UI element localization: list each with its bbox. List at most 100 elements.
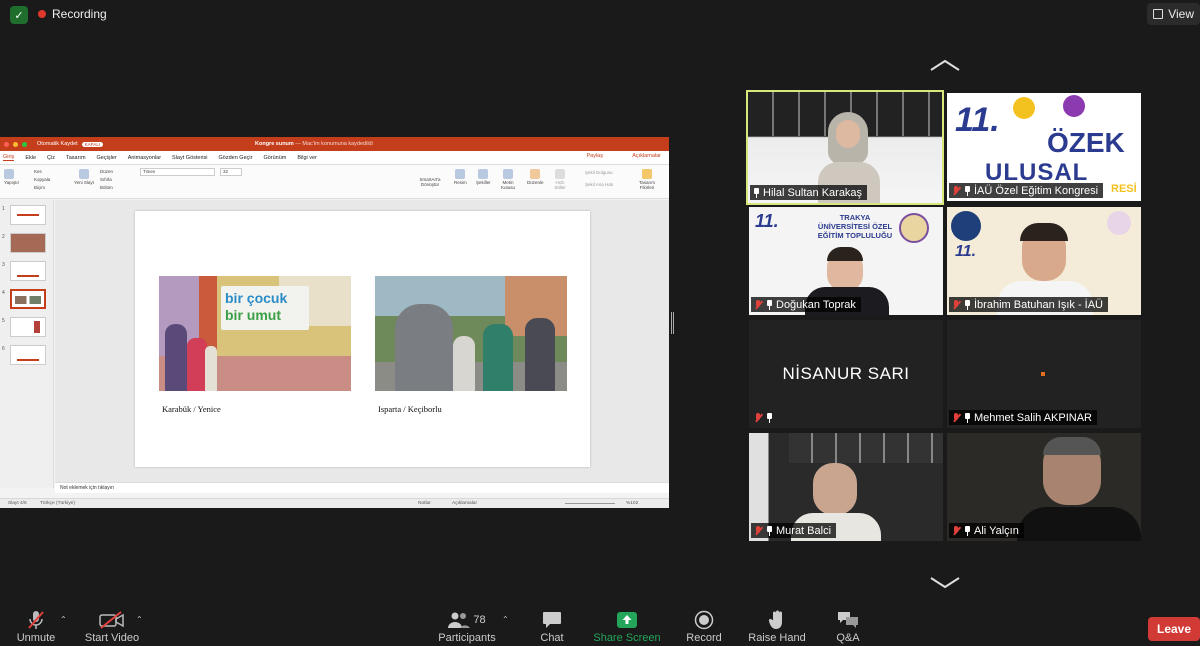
tab-slideshow[interactable]: Slayt Gösterisi [172,155,207,161]
tab-design[interactable]: Tasarım [66,155,86,161]
tab-insert[interactable]: Ekle [25,155,36,161]
mic-muted-icon [754,299,763,310]
participants-button[interactable]: 78 Participants [436,610,498,644]
tab-view[interactable]: Görünüm [263,155,286,161]
participant-tile-ali[interactable]: Ali Yalçın [947,433,1141,541]
share-screen-button[interactable]: Share Screen [592,610,662,644]
photo-karabuk: bir çocuk bir umut [159,276,351,391]
pin-icon[interactable] [766,412,773,423]
participant-tile-nisanur[interactable]: NİSANUR SARI [749,320,943,428]
tab-draw[interactable]: Çiz [47,155,55,161]
tab-review[interactable]: Gözden Geçir [219,155,253,161]
participant-tile-dogukan[interactable]: 11. TRAKYA ÜNİVERSİTESİ ÖZEL EĞİTİM TOPL… [749,207,943,315]
chat-button[interactable]: Chat [532,610,572,644]
pin-icon[interactable] [964,412,971,423]
shared-screen[interactable]: Otomatik Kaydet KAPALI Kongre sunum — Ma… [0,137,669,508]
close-window-icon[interactable] [4,141,9,147]
section-button[interactable]: Bölüm [100,184,113,192]
participant-tile-hilal[interactable]: Hilal Sultan Karakaş [746,90,944,205]
participant-name: Mehmet Salih AKPINAR [974,411,1092,424]
current-slide[interactable]: bir çocuk bir umut Karabük / Yenice Ispa… [135,211,590,467]
raise-hand-button[interactable]: Raise Hand [746,610,808,644]
reset-button[interactable]: Sıfırla [100,176,113,184]
smartart-button[interactable]: SmartArt'a Dönüştür [414,177,446,187]
unmute-button[interactable]: Unmute [14,610,58,644]
leave-button[interactable]: Leave [1148,617,1200,641]
audio-options-caret-icon[interactable]: ⌃ [60,615,67,624]
qa-label: Q&A [836,632,860,644]
ppt-share-button[interactable]: Paylaş [586,153,603,159]
slide-thumbnail-1[interactable] [10,205,46,225]
chevron-up-icon[interactable] [929,58,961,72]
slide-thumbnails: 1 2 3 4 5 6 [0,200,54,488]
zoom-level[interactable]: %102 [626,501,638,506]
participant-tile-ibrahim[interactable]: 11. İbrahim Batuhan Işık - İAÜ [947,207,1141,315]
textbox-button[interactable]: Metin Kutusu [500,169,516,190]
slide-thumbnail-5[interactable] [10,317,46,337]
ppt-comments-button[interactable]: Açıklamalar [632,153,661,159]
designer-button[interactable]: Tasarım Fikirleri [636,169,658,190]
language-status[interactable]: Türkçe (Türkiye) [40,501,75,506]
new-slide-button[interactable]: Yeni Slayt [74,169,94,185]
minimize-window-icon[interactable] [13,141,18,147]
participant-tile-iau[interactable]: 11. ÖZEK ULUSAL RESİ İAÜ Özel Eğitim Kon… [947,93,1141,201]
participant-display-name: NİSANUR SARI [782,364,910,383]
video-options-caret-icon[interactable]: ⌃ [136,615,143,624]
clipboard-group: Kes Kopyala Biçim [34,168,50,192]
participants-options-caret-icon[interactable]: ⌃ [502,615,509,624]
font-size-select[interactable]: 32 [220,168,242,176]
participant-name-tag: Doğukan Toprak [751,297,861,312]
layout-button[interactable]: Düzen [100,168,113,176]
slide-thumbnail-3[interactable] [10,261,46,281]
shape-outline-button[interactable]: Şekil Ana Hatı [585,182,613,187]
mic-muted-icon [952,412,961,423]
notes-pane[interactable]: Not eklemek için tıklayın [55,482,669,493]
pin-icon[interactable] [964,299,971,310]
start-video-button[interactable]: Start Video [82,610,142,644]
pin-icon[interactable] [964,525,971,536]
participant-name: Doğukan Toprak [776,298,856,311]
cut-button[interactable]: Kes [34,168,50,176]
paste-button[interactable]: Yapıştır [4,169,19,185]
logo-number: 11. [955,243,977,260]
pin-icon[interactable] [753,187,760,198]
copy-button[interactable]: Kopyala [34,176,50,184]
comments-toggle[interactable]: Açıklamalar [452,501,477,506]
recording-indicator[interactable]: Recording [38,7,107,21]
autosave-toggle[interactable]: KAPALI [81,141,104,147]
tab-transitions[interactable]: Geçişler [97,155,117,161]
slide-thumbnail-4[interactable] [10,289,46,309]
participant-name-tag: Mehmet Salih AKPINAR [949,410,1097,425]
participant-name-tag: Hilal Sultan Karakaş [750,185,868,200]
slide-group: Düzen Sıfırla Bölüm [100,168,113,192]
zoom-slider[interactable] [565,503,615,504]
logo-number: 11. [955,101,1000,139]
slide-number: 1 [2,206,5,212]
qa-button[interactable]: Q&A [830,610,866,644]
chevron-down-icon[interactable] [929,575,961,589]
slide-thumbnail-2[interactable] [10,233,46,253]
split-resize-handle[interactable] [671,312,674,334]
participant-tile-mehmet[interactable]: Mehmet Salih AKPINAR [947,320,1141,428]
zoom-window-icon[interactable] [22,141,27,147]
record-button[interactable]: Record [682,610,726,644]
pin-icon[interactable] [766,299,773,310]
participant-tile-murat[interactable]: Murat Balci [749,433,943,541]
pin-icon[interactable] [766,525,773,536]
picture-button[interactable]: Resim [454,169,467,185]
notes-toggle[interactable]: Notlar [418,501,431,506]
pin-icon[interactable] [964,185,971,196]
ppt-titlebar: Otomatik Kaydet KAPALI Kongre sunum — Ma… [0,137,669,151]
quick-styles-button[interactable]: Hızlı Stiller [553,169,567,190]
tab-animations[interactable]: Animasyonlar [128,155,161,161]
security-shield-icon[interactable]: ✓ [10,6,28,24]
tab-tell-me[interactable]: Bilgi ver [297,155,317,161]
tab-home[interactable]: Giriş [3,154,15,161]
font-family-select[interactable]: Times [140,168,215,176]
format-painter-button[interactable]: Biçim [34,184,50,192]
shapes-button[interactable]: Şekiller [476,169,491,185]
shape-fill-button[interactable]: Şekil Dolgusu [585,170,613,175]
arrange-button[interactable]: Düzenle [527,169,544,185]
view-button[interactable]: View [1147,3,1200,25]
slide-thumbnail-6[interactable] [10,345,46,365]
